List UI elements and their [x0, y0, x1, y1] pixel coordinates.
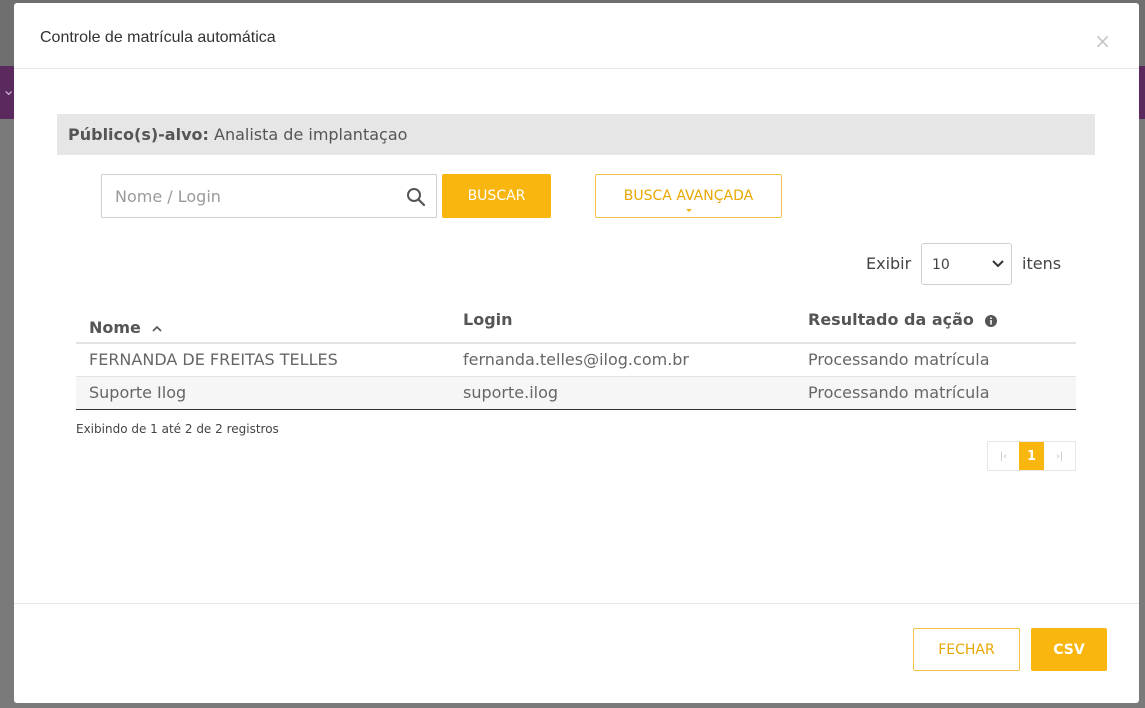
page-size-value: 10 — [932, 257, 950, 273]
column-header-resultado[interactable]: Resultado da ação — [795, 305, 1076, 344]
pagination: |‹ 1 ›| — [987, 441, 1076, 471]
target-audience-value: Analista de implantaçao — [214, 125, 408, 144]
modal-dialog: Controle de matrícula automática × Públi… — [14, 3, 1139, 703]
results-table: Nome Login Resultado da ação FERNANDA DE… — [76, 305, 1076, 410]
chevron-down-icon — [992, 260, 1004, 268]
search-button[interactable]: BUSCAR — [442, 174, 551, 218]
cell-login: suporte.ilog — [450, 376, 795, 410]
modal-header: Controle de matrícula automática × — [14, 3, 1139, 69]
target-audience-bar: Público(s)-alvo: Analista de implantaçao — [57, 114, 1095, 155]
column-header-nome[interactable]: Nome — [76, 305, 450, 344]
last-page-icon[interactable]: ›| — [1044, 442, 1075, 470]
page-size-select[interactable]: 10 — [921, 243, 1012, 285]
cell-nome: FERNANDA DE FREITAS TELLES — [76, 343, 450, 377]
csv-export-button[interactable]: CSV — [1031, 628, 1107, 671]
table-row[interactable]: FERNANDA DE FREITAS TELLES fernanda.tell… — [76, 343, 1076, 377]
cell-resultado: Processando matrícula — [795, 376, 1076, 410]
cell-resultado: Processando matrícula — [795, 343, 1076, 377]
target-audience-label: Público(s)-alvo: — [68, 125, 209, 144]
sort-ascending-icon — [152, 325, 163, 332]
modal-title: Controle de matrícula automática — [40, 29, 276, 46]
column-header-login[interactable]: Login — [450, 305, 795, 344]
search-field — [101, 174, 437, 218]
search-icon[interactable] — [406, 187, 426, 207]
footer-divider — [14, 603, 1139, 604]
search-input[interactable] — [102, 175, 392, 217]
cell-login: fernanda.telles@ilog.com.br — [450, 343, 795, 377]
page-size-prefix: Exibir — [866, 254, 912, 273]
page-button-current[interactable]: 1 — [1019, 442, 1044, 470]
records-info: Exibindo de 1 até 2 de 2 registros — [76, 422, 279, 436]
advanced-search-label: BUSCA AVANÇADA — [623, 188, 754, 204]
table-header-row: Nome Login Resultado da ação — [76, 305, 1076, 344]
info-icon[interactable] — [984, 314, 997, 327]
first-page-icon[interactable]: |‹ — [988, 442, 1019, 470]
cell-nome: Suporte Ilog — [76, 376, 450, 410]
close-icon[interactable]: × — [1094, 31, 1111, 51]
page-size-suffix: itens — [1022, 254, 1062, 273]
close-button[interactable]: FECHAR — [913, 628, 1020, 671]
table-row[interactable]: Suporte Ilog suporte.ilog Processando ma… — [76, 376, 1076, 410]
caret-down-icon — [686, 209, 692, 212]
advanced-search-button[interactable]: BUSCA AVANÇADA — [595, 174, 782, 218]
